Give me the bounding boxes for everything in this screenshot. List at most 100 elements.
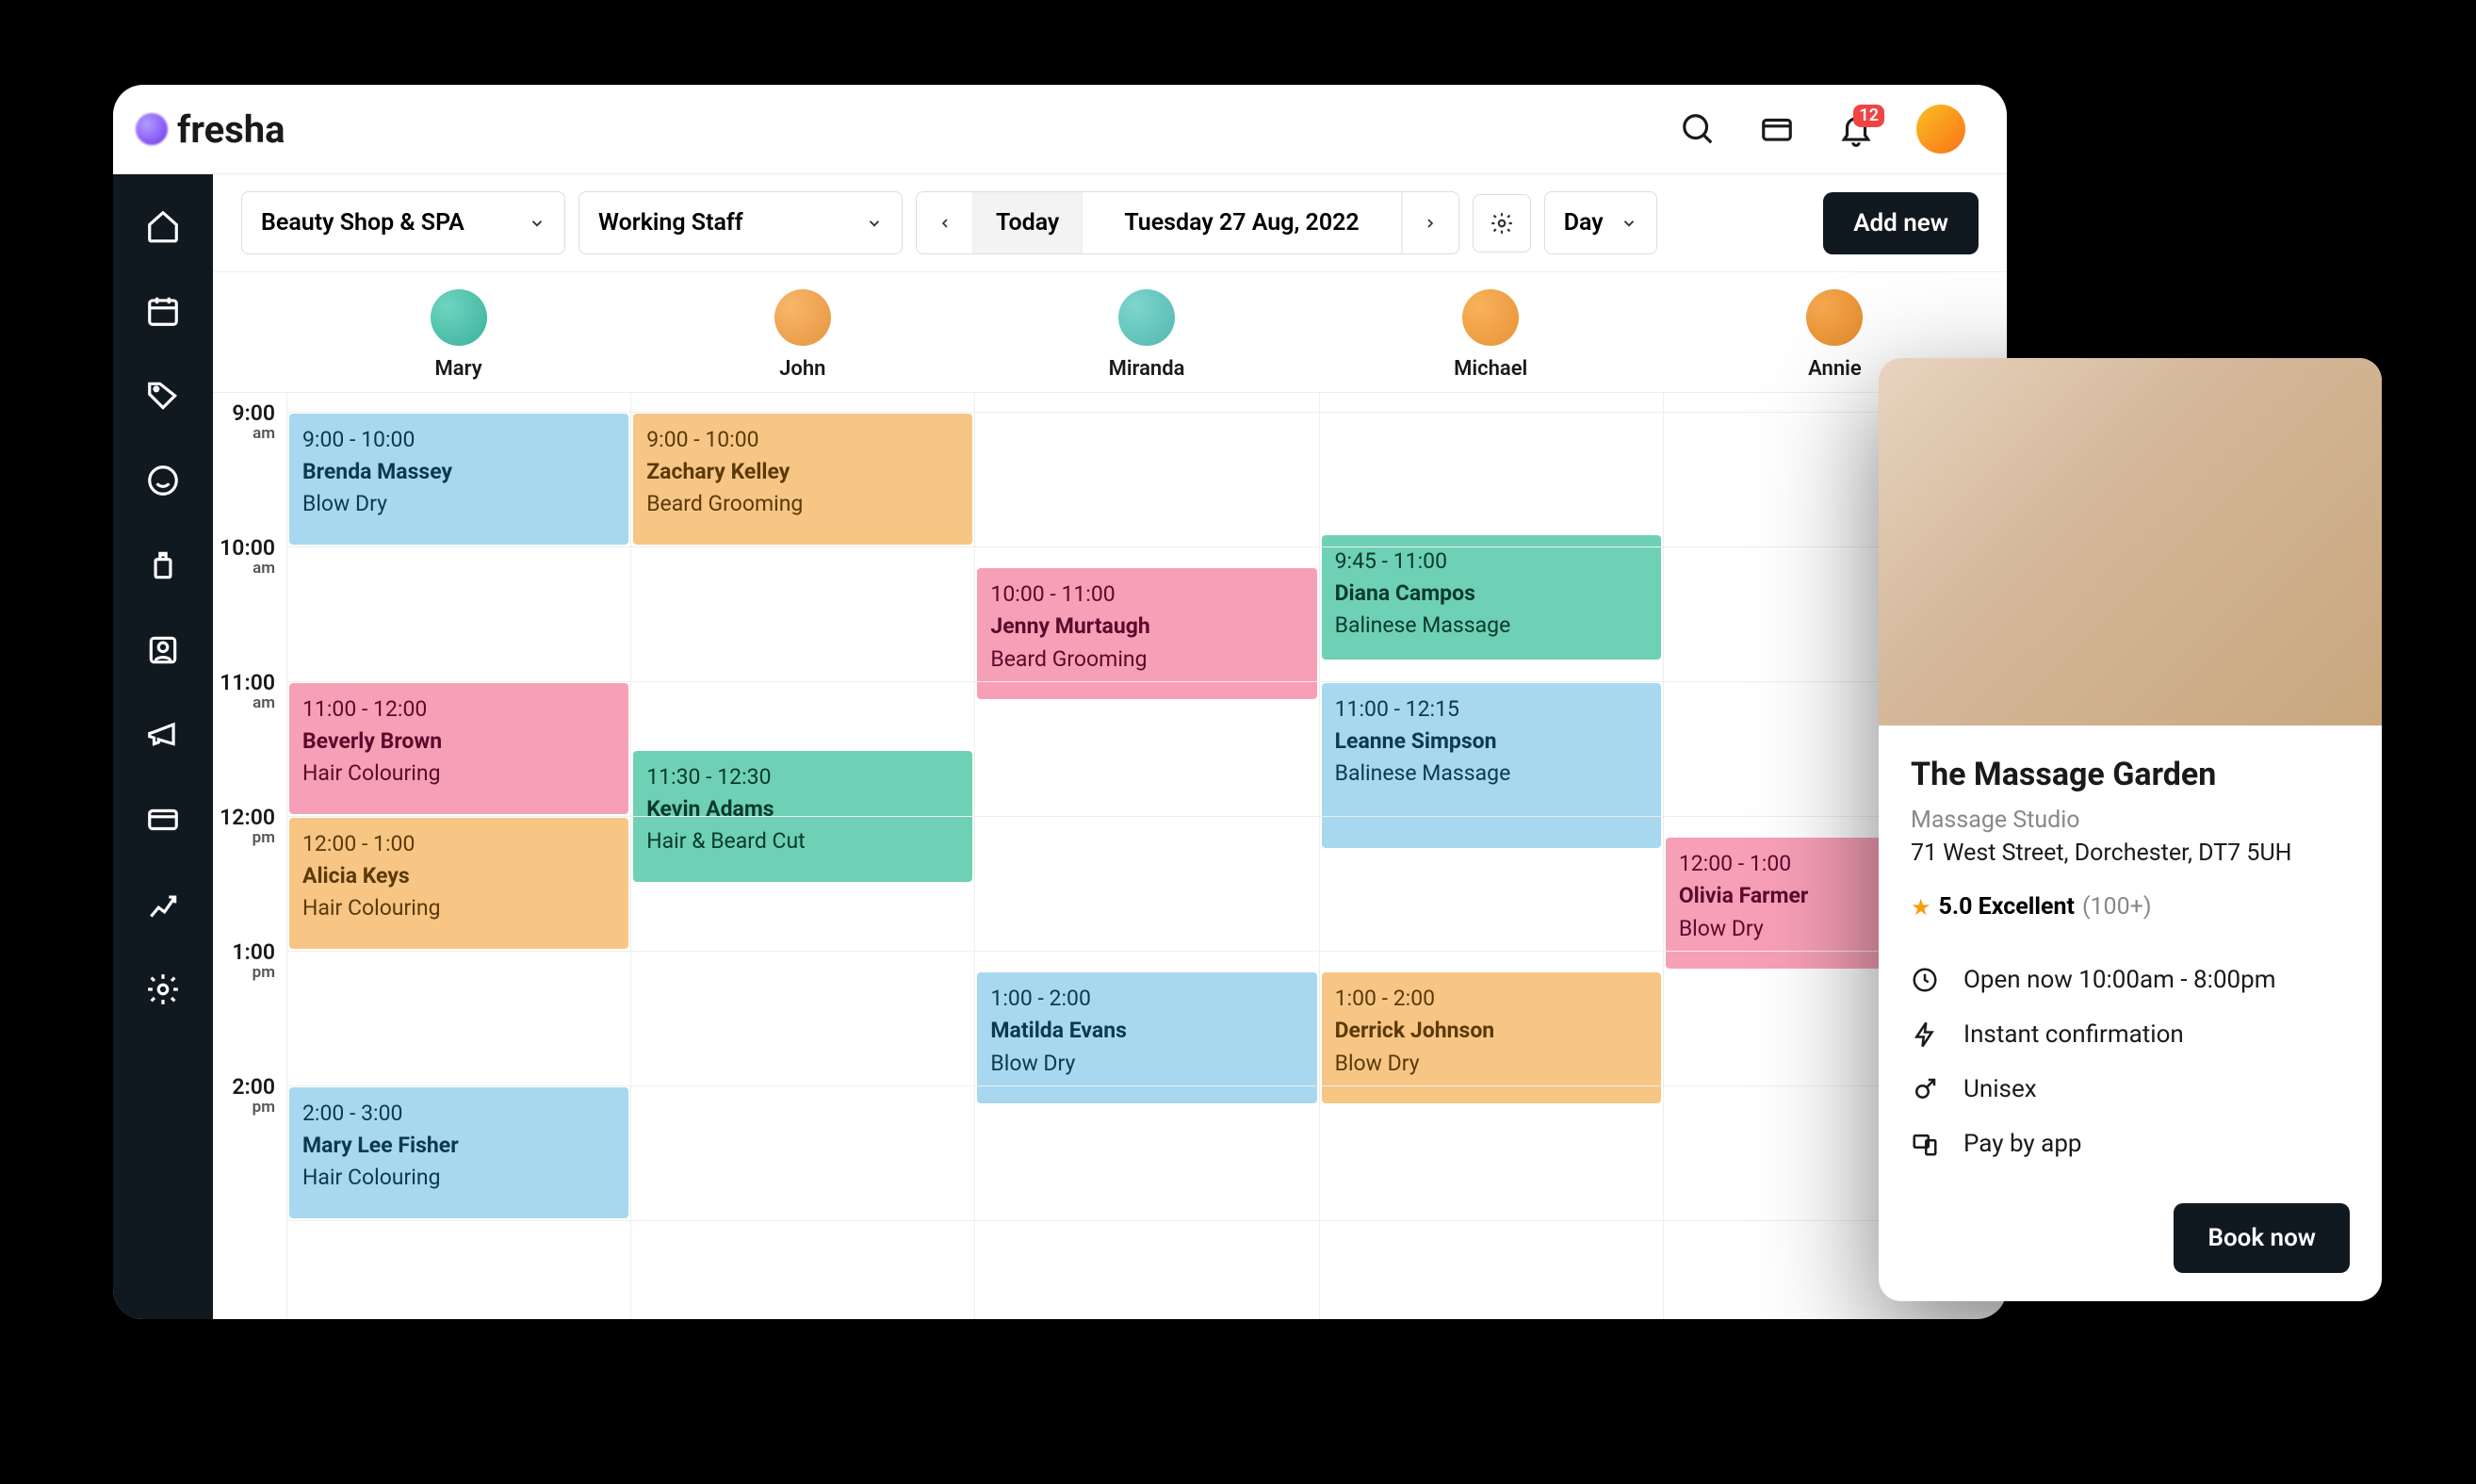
calendar-icon: [145, 293, 181, 329]
logo-text: fresha: [177, 107, 285, 152]
calendar-event[interactable]: 9:00 - 10:00Brenda MasseyBlow Dry: [289, 414, 628, 545]
toolbar: Beauty Shop & SPA Working Staff Today Tu…: [213, 174, 2007, 272]
calendar-event[interactable]: 9:00 - 10:00Zachary KelleyBeard Grooming: [633, 414, 972, 545]
calendar-event[interactable]: 11:30 - 12:30Kevin AdamsHair & Beard Cut: [633, 751, 972, 882]
event-service: Blow Dry: [1335, 1049, 1648, 1078]
event-service: Blow Dry: [990, 1049, 1303, 1078]
business-detail-card: The Massage Garden Massage Studio 71 Wes…: [1879, 358, 2382, 1301]
app-body: Beauty Shop & SPA Working Staff Today Tu…: [113, 174, 2007, 1319]
chevron-right-icon: [1423, 216, 1438, 231]
gear-icon: [145, 971, 181, 1007]
staff-header[interactable]: Miranda: [974, 272, 1318, 392]
time-label: 9:00am: [213, 393, 286, 528]
event-service: Hair & Beard Cut: [646, 826, 959, 856]
notification-badge: 12: [1853, 105, 1884, 127]
location-dropdown[interactable]: Beauty Shop & SPA: [241, 191, 565, 254]
info-confirmation: Instant confirmation: [1911, 1020, 2350, 1049]
business-title: The Massage Garden: [1911, 756, 2350, 793]
chevron-left-icon: [937, 216, 953, 231]
date-display[interactable]: Tuesday 27 Aug, 2022: [1083, 192, 1401, 253]
main-content: Beauty Shop & SPA Working Staff Today Tu…: [213, 174, 2007, 1319]
calendar-event[interactable]: 2:00 - 3:00Mary Lee FisherHair Colouring: [289, 1087, 628, 1218]
sidebar-item-products[interactable]: [143, 546, 183, 585]
user-avatar[interactable]: [1916, 105, 1965, 154]
product-icon: [145, 547, 181, 583]
staff-name-label: Michael: [1454, 357, 1527, 381]
calendar-column[interactable]: 9:00 - 10:00Zachary KelleyBeard Grooming…: [630, 393, 974, 1319]
sidebar-item-tags[interactable]: [143, 376, 183, 416]
star-icon: ★: [1911, 894, 1931, 921]
staff-name-label: Miranda: [1109, 357, 1185, 381]
calendar-column[interactable]: 9:00 - 10:00Brenda MasseyBlow Dry 11:00 -…: [286, 393, 630, 1319]
logo[interactable]: fresha: [136, 107, 285, 152]
unisex-icon: [1911, 1075, 1939, 1103]
calendar-event[interactable]: 1:00 - 2:00Matilda EvansBlow Dry: [977, 972, 1316, 1103]
event-service: Blow Dry: [302, 489, 615, 518]
event-grid: 9:00 - 10:00Brenda MasseyBlow Dry 11:00 -…: [286, 393, 2007, 1319]
gear-icon: [1490, 211, 1514, 236]
today-button[interactable]: Today: [973, 192, 1083, 253]
prev-day-button[interactable]: [917, 192, 973, 253]
info-hours: Open now 10:00am - 8:00pm: [1911, 966, 2350, 994]
calendar-event[interactable]: 11:00 - 12:15Leanne SimpsonBalinese Mass…: [1322, 683, 1661, 848]
calendar-event[interactable]: 1:00 - 2:00Derrick JohnsonBlow Dry: [1322, 972, 1661, 1103]
sidebar-item-analytics[interactable]: [143, 885, 183, 924]
calendar-event[interactable]: 9:45 - 11:00Diana CamposBalinese Massage: [1322, 535, 1661, 660]
staff-dropdown[interactable]: Working Staff: [578, 191, 903, 254]
view-mode-label: Day: [1564, 209, 1604, 236]
view-mode-dropdown[interactable]: Day: [1544, 191, 1657, 254]
info-list: Open now 10:00am - 8:00pm Instant confir…: [1911, 966, 2350, 1158]
megaphone-icon: [145, 717, 181, 753]
staff-header[interactable]: Michael: [1319, 272, 1663, 392]
sidebar-item-payments[interactable]: [143, 800, 183, 840]
rating-value: 5.0 Excellent: [1939, 893, 2075, 921]
calendar-event[interactable]: 10:00 - 11:00Jenny MurtaughBeard Groomin…: [977, 568, 1316, 699]
event-service: Hair Colouring: [302, 758, 615, 788]
event-client: Mary Lee Fisher: [302, 1131, 615, 1160]
staff-avatar: [431, 289, 487, 346]
sidebar-item-calendar[interactable]: [143, 291, 183, 331]
event-client: Beverly Brown: [302, 726, 615, 756]
search-button[interactable]: [1679, 110, 1717, 148]
wallet-button[interactable]: [1758, 110, 1796, 148]
card-icon: [145, 802, 181, 838]
sidebar-item-clients[interactable]: [143, 630, 183, 670]
sidebar-item-feedback[interactable]: [143, 461, 183, 500]
calendar-column[interactable]: 10:00 - 11:00Jenny MurtaughBeard Groomin…: [974, 393, 1318, 1319]
time-label: 10:00am: [213, 528, 286, 662]
event-client: Leanne Simpson: [1335, 726, 1648, 756]
business-type: Massage Studio: [1911, 807, 2350, 834]
event-service: Beard Grooming: [990, 644, 1303, 674]
event-time: 9:45 - 11:00: [1335, 546, 1648, 576]
add-new-button[interactable]: Add new: [1823, 192, 1979, 254]
event-time: 11:30 - 12:30: [646, 762, 959, 791]
search-icon: [1680, 111, 1716, 147]
info-gender: Unisex: [1911, 1075, 2350, 1103]
notifications-button[interactable]: 12: [1837, 110, 1875, 148]
bolt-icon: [1911, 1020, 1939, 1049]
next-day-button[interactable]: [1402, 192, 1458, 253]
sidebar-item-settings[interactable]: [143, 970, 183, 1009]
card-body: The Massage Garden Massage Studio 71 Wes…: [1879, 726, 2382, 1301]
sidebar-item-home[interactable]: [143, 206, 183, 246]
event-service: Balinese Massage: [1335, 758, 1648, 788]
clock-icon: [1911, 966, 1939, 994]
event-client: Diana Campos: [1335, 579, 1648, 608]
event-client: Zachary Kelley: [646, 457, 959, 486]
home-icon: [145, 208, 181, 244]
sidebar-item-marketing[interactable]: [143, 715, 183, 755]
event-time: 10:00 - 11:00: [990, 579, 1303, 609]
event-time: 11:00 - 12:15: [1335, 694, 1648, 724]
calendar-event[interactable]: 12:00 - 1:00Alicia KeysHair Colouring: [289, 818, 628, 949]
business-address: 71 West Street, Dorchester, DT7 5UH: [1911, 840, 2350, 867]
tag-icon: [145, 378, 181, 414]
staff-avatar: [1806, 289, 1863, 346]
app-window: fresha 12: [113, 85, 2007, 1319]
event-client: Derrick Johnson: [1335, 1016, 1648, 1045]
calendar-column[interactable]: 9:45 - 11:00 Diana Campos Balinese Massage…: [1319, 393, 1663, 1319]
staff-header[interactable]: John: [630, 272, 974, 392]
staff-header[interactable]: Mary: [286, 272, 630, 392]
calendar-settings-button[interactable]: [1473, 194, 1531, 253]
book-now-button[interactable]: Book now: [2174, 1203, 2350, 1273]
calendar-event[interactable]: 11:00 - 12:00Beverly BrownHair Colouring: [289, 683, 628, 814]
